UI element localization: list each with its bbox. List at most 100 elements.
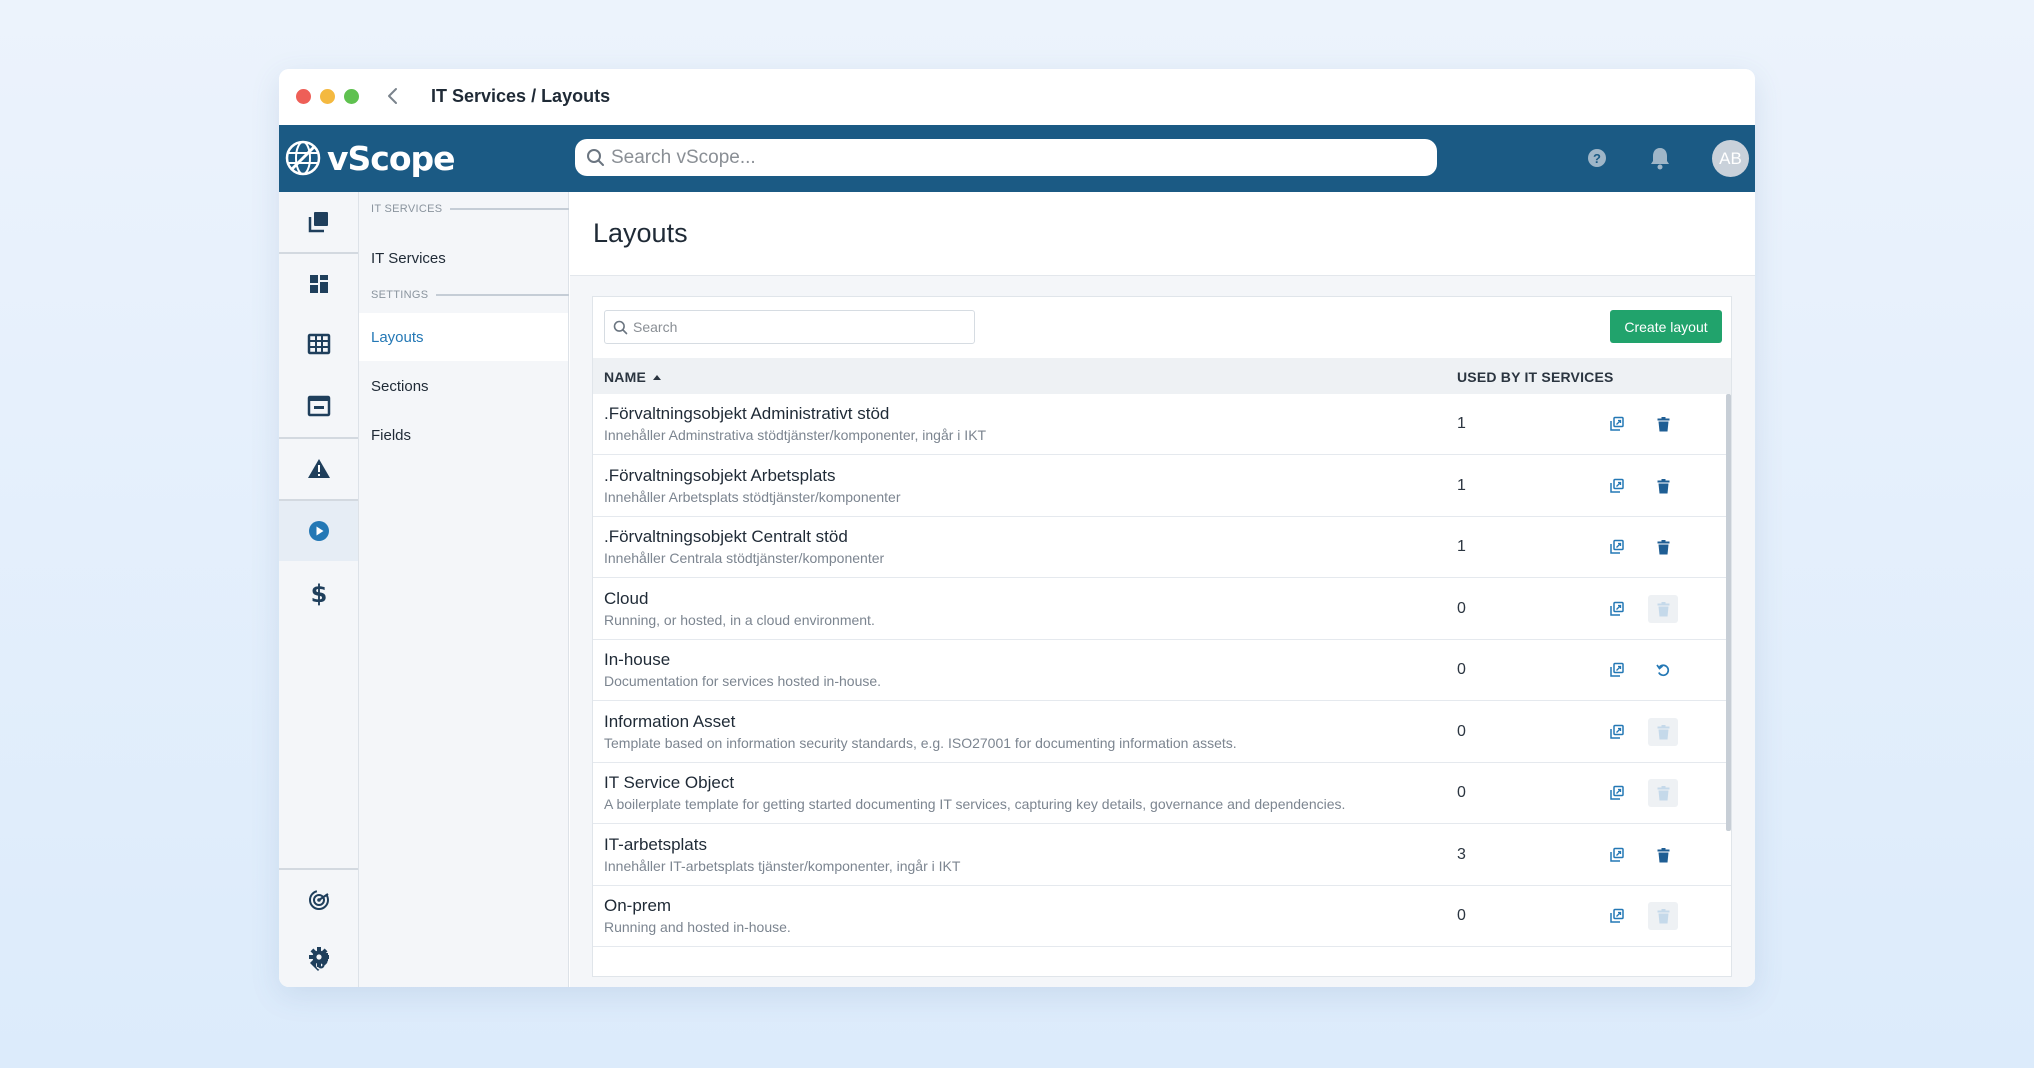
table-row[interactable]: .Förvaltningsobjekt Centralt stöd Innehål… bbox=[593, 517, 1731, 578]
layout-name[interactable]: IT-arbetsplats bbox=[604, 835, 707, 855]
global-search-bar[interactable] bbox=[575, 139, 1437, 176]
delete-layout-button-disabled bbox=[1648, 779, 1678, 807]
trash-icon bbox=[1657, 908, 1670, 924]
warning-icon[interactable] bbox=[279, 439, 358, 499]
dashboard-icon[interactable] bbox=[279, 254, 358, 314]
duplicate-layout-button[interactable] bbox=[1606, 721, 1628, 743]
table-row[interactable]: .Förvaltningsobjekt Administrativt stöd I… bbox=[593, 394, 1731, 455]
duplicate-layout-button[interactable] bbox=[1606, 905, 1628, 927]
dollar-icon[interactable]: $ bbox=[279, 563, 358, 623]
duplicate-layout-button[interactable] bbox=[1606, 659, 1628, 681]
table-scrollbar[interactable] bbox=[1726, 394, 1731, 831]
delete-layout-button[interactable] bbox=[1648, 533, 1678, 561]
column-header-name[interactable]: NAME bbox=[604, 369, 662, 385]
maximize-window-button[interactable] bbox=[344, 89, 359, 104]
layout-description: Template based on information security s… bbox=[604, 735, 1237, 751]
layout-description: Innehåller Arbetsplats stödtjänster/komp… bbox=[604, 489, 901, 505]
global-search-input[interactable] bbox=[611, 139, 1421, 176]
svg-text:$: $ bbox=[310, 580, 327, 606]
search-icon bbox=[586, 148, 605, 172]
layouts-panel: Create layout NAME USED BY IT SERVICES .… bbox=[592, 296, 1732, 977]
delete-layout-button[interactable] bbox=[1648, 410, 1678, 438]
table-row[interactable]: IT Service Object A boilerplate template … bbox=[593, 763, 1731, 824]
duplicate-layout-button[interactable] bbox=[1606, 598, 1628, 620]
table-row[interactable]: Cloud Running, or hosted, in a cloud envi… bbox=[593, 579, 1731, 640]
layout-description: Running and hosted in-house. bbox=[604, 919, 791, 935]
layout-name[interactable]: .Förvaltningsobjekt Administrativt stöd bbox=[604, 404, 889, 424]
main-content: Layouts Create layout NAME USED BY IT SE… bbox=[570, 192, 1755, 987]
table-row[interactable]: On-prem Running and hosted in-house. 0 bbox=[593, 886, 1731, 947]
used-by-count: 1 bbox=[1457, 538, 1466, 555]
user-avatar[interactable]: AB bbox=[1712, 140, 1749, 177]
page-title: Layouts bbox=[593, 218, 688, 248]
duplicate-layout-button[interactable] bbox=[1606, 413, 1628, 435]
create-layout-button[interactable]: Create layout bbox=[1610, 310, 1722, 343]
close-window-button[interactable] bbox=[296, 89, 311, 104]
window-title: IT Services / Layouts bbox=[431, 86, 611, 106]
duplicate-layout-button[interactable] bbox=[1606, 475, 1628, 497]
layout-description: Running, or hosted, in a cloud environme… bbox=[604, 612, 875, 628]
table-header: NAME USED BY IT SERVICES bbox=[593, 358, 1731, 394]
radar-icon[interactable] bbox=[279, 870, 358, 930]
table-row[interactable]: Information Asset Template based on infor… bbox=[593, 702, 1731, 763]
search-icon bbox=[613, 320, 628, 340]
restore-layout-button[interactable] bbox=[1648, 656, 1678, 684]
layout-description: Innehåller Adminstrativa stödtjänster/ko… bbox=[604, 427, 987, 443]
subnav-item-sections[interactable]: Sections bbox=[359, 362, 568, 410]
layout-name[interactable]: Information Asset bbox=[604, 712, 735, 732]
globe-logo-icon bbox=[285, 140, 321, 176]
used-by-count: 0 bbox=[1457, 723, 1466, 740]
duplicate-layout-button[interactable] bbox=[1606, 844, 1628, 866]
used-by-count: 0 bbox=[1457, 907, 1466, 924]
notifications-bell-icon[interactable] bbox=[1649, 146, 1671, 175]
vscope-logo[interactable]: vScope bbox=[285, 135, 456, 181]
layout-name[interactable]: In-house bbox=[604, 650, 670, 670]
duplicate-layout-button[interactable] bbox=[1606, 536, 1628, 558]
help-icon[interactable]: ? bbox=[1587, 148, 1607, 173]
delete-layout-button-disabled bbox=[1648, 595, 1678, 623]
copy-icon bbox=[1609, 785, 1625, 801]
copy-icon bbox=[1609, 724, 1625, 740]
minimize-window-button[interactable] bbox=[320, 89, 335, 104]
used-by-count: 0 bbox=[1457, 784, 1466, 801]
copy-icon bbox=[1609, 908, 1625, 924]
gear-icon[interactable] bbox=[279, 927, 358, 987]
trash-icon bbox=[1657, 478, 1670, 494]
delete-layout-button[interactable] bbox=[1648, 472, 1678, 500]
layout-name[interactable]: On-prem bbox=[604, 896, 671, 916]
layout-description: A boilerplate template for getting start… bbox=[604, 796, 1346, 812]
used-by-count: 1 bbox=[1457, 415, 1466, 432]
copy-icon bbox=[1609, 416, 1625, 432]
sort-ascending-icon bbox=[652, 373, 662, 381]
play-icon[interactable] bbox=[279, 501, 358, 561]
subnav-item-layouts[interactable]: Layouts bbox=[359, 313, 568, 361]
table-search-input[interactable] bbox=[633, 311, 968, 343]
table-row[interactable]: IT-arbetsplats Innehåller IT-arbetsplats … bbox=[593, 825, 1731, 886]
title-bar: IT Services / Layouts bbox=[279, 69, 1755, 125]
layout-name[interactable]: .Förvaltningsobjekt Arbetsplats bbox=[604, 466, 836, 486]
window-icon[interactable] bbox=[279, 376, 358, 436]
table-icon[interactable] bbox=[279, 314, 358, 374]
subnav-item-it-services[interactable]: IT Services bbox=[359, 238, 568, 278]
subnav-item-fields[interactable]: Fields bbox=[359, 411, 568, 459]
used-by-count: 3 bbox=[1457, 846, 1466, 863]
back-chevron-icon[interactable] bbox=[382, 85, 404, 107]
trash-icon bbox=[1657, 539, 1670, 555]
layout-name[interactable]: Cloud bbox=[604, 589, 648, 609]
column-header-used-by[interactable]: USED BY IT SERVICES bbox=[1457, 369, 1614, 385]
layout-name[interactable]: .Förvaltningsobjekt Centralt stöd bbox=[604, 527, 848, 547]
copy-icon bbox=[1609, 847, 1625, 863]
layout-name[interactable]: IT Service Object bbox=[604, 773, 734, 793]
used-by-count: 0 bbox=[1457, 600, 1466, 617]
duplicate-layout-button[interactable] bbox=[1606, 782, 1628, 804]
table-search-box[interactable] bbox=[604, 310, 975, 344]
icon-rail: $ bbox=[279, 192, 359, 987]
subnav-section-settings: SETTINGS bbox=[371, 289, 569, 301]
top-nav-bar: vScope ? AB bbox=[279, 125, 1755, 192]
table-row[interactable]: .Förvaltningsobjekt Arbetsplats Innehålle… bbox=[593, 456, 1731, 517]
table-row[interactable]: In-house Documentation for services hoste… bbox=[593, 640, 1731, 701]
delete-layout-button[interactable] bbox=[1648, 841, 1678, 869]
copy-icon bbox=[1609, 478, 1625, 494]
cards-icon[interactable] bbox=[279, 192, 358, 252]
layout-description: Innehåller IT-arbetsplats tjänster/kompo… bbox=[604, 858, 961, 874]
